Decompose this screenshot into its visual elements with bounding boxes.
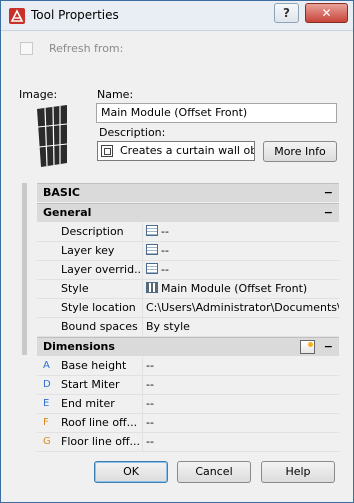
help-button[interactable]: Help: [261, 461, 335, 483]
property-value[interactable]: --: [145, 376, 339, 395]
dimension-letter-f-icon: F: [43, 417, 49, 428]
property-value: C:\Users\Administrator\Documents\A...: [146, 301, 339, 314]
category-dimensions-title: Dimensions: [43, 340, 115, 353]
property-name: Start Miter: [61, 376, 143, 395]
property-row-roof-line-offset[interactable]: F Roof line off... --: [37, 414, 339, 433]
property-name: Style location: [61, 299, 143, 318]
property-name: Bound spaces: [61, 318, 143, 337]
property-row-layer-key[interactable]: Layer key --: [37, 242, 339, 261]
cancel-button[interactable]: Cancel: [177, 461, 251, 483]
property-row-base-height[interactable]: A Base height --: [37, 357, 339, 376]
list-icon: [146, 225, 158, 236]
property-name: End miter: [61, 395, 143, 414]
property-value[interactable]: By style: [145, 318, 339, 337]
property-value[interactable]: --: [145, 242, 339, 261]
property-row-description[interactable]: Description --: [37, 223, 339, 242]
category-basic-title: BASIC: [43, 186, 80, 199]
property-row-start-miter[interactable]: D Start Miter --: [37, 376, 339, 395]
title-bar: Tool Properties ? ✕: [1, 1, 353, 31]
close-button[interactable]: ✕: [305, 3, 348, 23]
property-row-style[interactable]: Style Main Module (Offset Front): [37, 280, 339, 299]
property-name: Layer overrid...: [61, 261, 143, 280]
property-row-floor-line-offset[interactable]: G Floor line off... --: [37, 433, 339, 452]
ok-button[interactable]: OK: [94, 461, 168, 483]
name-label: Name:: [97, 88, 134, 101]
edit-description-icon[interactable]: [101, 145, 113, 157]
list-icon: [146, 244, 158, 255]
property-row-bound-spaces[interactable]: Bound spaces By style: [37, 318, 339, 337]
category-general[interactable]: General −: [37, 203, 339, 222]
refresh-label: Refresh from:: [49, 42, 124, 55]
dimension-letter-a-icon: A: [43, 360, 50, 371]
property-value[interactable]: --: [145, 395, 339, 414]
category-dimensions[interactable]: Dimensions −: [37, 337, 339, 356]
title-help-button[interactable]: ?: [274, 3, 299, 23]
description-field[interactable]: Creates a curtain wall obj: [97, 141, 255, 161]
property-row-style-location[interactable]: Style location C:\Users\Administrator\Do…: [37, 299, 339, 318]
property-value[interactable]: --: [145, 433, 339, 452]
property-value[interactable]: --: [145, 414, 339, 433]
collapse-general-icon[interactable]: −: [324, 204, 333, 222]
name-input[interactable]: Main Module (Offset Front): [96, 103, 337, 123]
category-basic[interactable]: BASIC −: [37, 183, 339, 202]
dimension-letter-d-icon: D: [43, 379, 51, 390]
palette-scrollbar[interactable]: [22, 183, 27, 355]
refresh-checkbox[interactable]: [20, 42, 33, 55]
category-general-title: General: [43, 206, 92, 219]
property-value[interactable]: --: [145, 261, 339, 280]
autocad-app-icon: [9, 8, 25, 24]
property-name: Layer key: [61, 242, 143, 261]
property-name: Floor line off...: [61, 433, 143, 452]
property-row-end-miter[interactable]: E End miter --: [37, 395, 339, 414]
property-value[interactable]: --: [145, 357, 339, 376]
tool-properties-dialog: Tool Properties ? ✕ Refresh from: Image:…: [0, 0, 354, 503]
dimension-letter-g-icon: G: [43, 436, 51, 447]
property-name: Style: [61, 280, 143, 299]
property-name: Roof line off...: [61, 414, 143, 433]
dimension-letter-e-icon: E: [43, 398, 50, 409]
property-name: Description: [61, 223, 143, 242]
dimension-settings-icon[interactable]: [300, 340, 315, 354]
more-info-button[interactable]: More Info: [263, 141, 337, 162]
description-label: Description:: [99, 126, 166, 139]
tool-preview-image[interactable]: [31, 105, 71, 167]
collapse-dimensions-icon[interactable]: −: [324, 338, 333, 356]
property-row-layer-overrides[interactable]: Layer overrid... --: [37, 261, 339, 280]
list-icon: [146, 263, 158, 274]
image-label: Image:: [19, 88, 58, 101]
property-name: Base height: [61, 357, 143, 376]
property-value[interactable]: --: [145, 223, 339, 242]
property-grid: BASIC − General − Description -- Layer k…: [37, 183, 339, 453]
property-value[interactable]: Main Module (Offset Front): [145, 280, 339, 299]
collapse-basic-icon[interactable]: −: [324, 184, 333, 202]
window-title: Tool Properties: [31, 8, 119, 22]
description-value: Creates a curtain wall obj: [120, 144, 255, 157]
style-icon: [146, 282, 158, 293]
